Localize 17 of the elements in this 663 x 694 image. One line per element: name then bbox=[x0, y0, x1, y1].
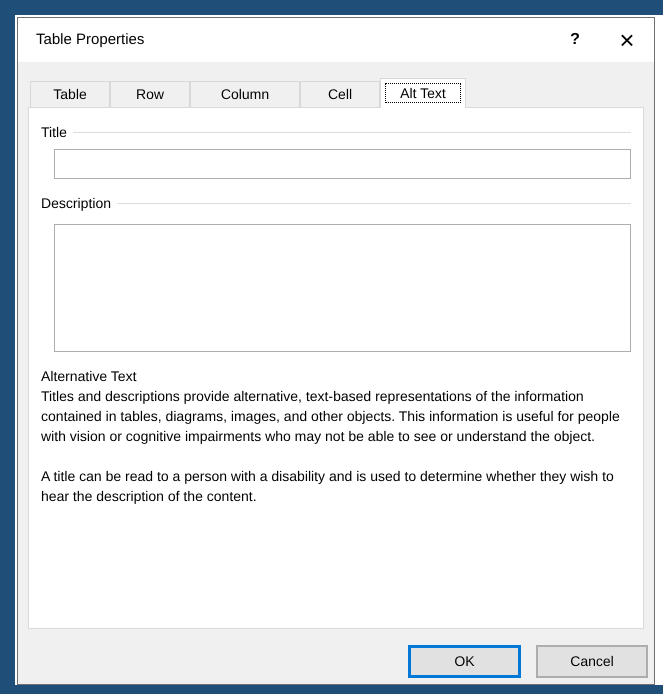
tab[interactable]: Alt Text bbox=[380, 78, 466, 108]
tab[interactable]: Cell bbox=[300, 81, 380, 107]
dialog-button[interactable]: Cancel bbox=[536, 645, 648, 678]
title-input[interactable] bbox=[54, 149, 631, 179]
info-paragraph: A title can be read to a person with a disability and is used to determine whether they wish to hear the description of the content. bbox=[41, 467, 615, 506]
tab[interactable]: Column bbox=[190, 81, 300, 107]
section-label: Title bbox=[41, 123, 67, 142]
help-button[interactable]: ? bbox=[560, 28, 590, 52]
description-input[interactable] bbox=[54, 224, 631, 352]
tab[interactable]: Row bbox=[110, 81, 190, 107]
info-heading: Alternative Text bbox=[41, 367, 138, 386]
dialog-button[interactable]: OK bbox=[408, 645, 521, 678]
close-button[interactable]: × bbox=[612, 27, 642, 53]
info-paragraph: Titles and descriptions provide alternative, text-based representations of the information contained in tables, diagrams, images, and other objects. This information is useful for people with vision or cognitive impairments who may not be able to see or understand the object. bbox=[41, 387, 621, 446]
tab[interactable]: Table bbox=[30, 81, 110, 107]
window-title: Table Properties bbox=[36, 30, 146, 50]
section-label: Description bbox=[41, 194, 112, 213]
